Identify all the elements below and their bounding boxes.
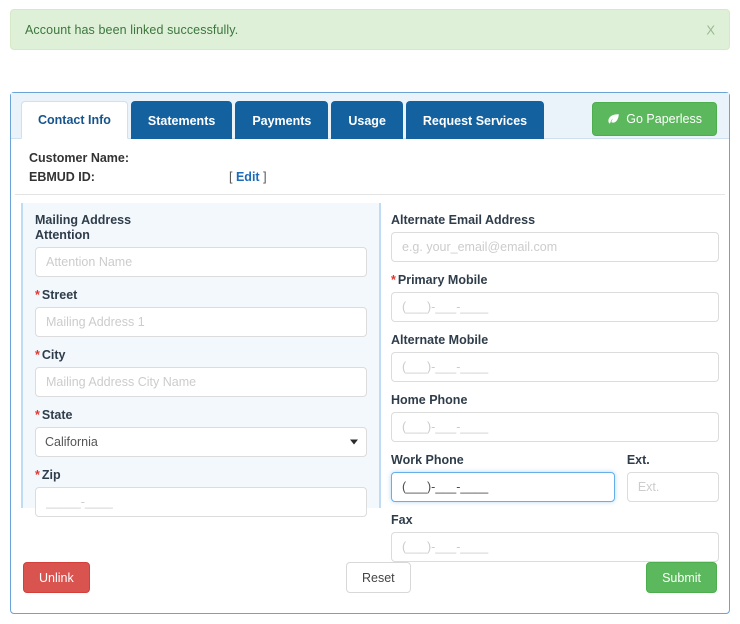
ext-label: Ext. [627, 453, 719, 467]
customer-header: Customer Name: EBMUD ID: [ Edit ] [15, 139, 725, 195]
field-work-phone: Work Phone [391, 453, 615, 502]
field-ext: Ext. [626, 453, 719, 502]
attention-label: Attention [35, 228, 367, 242]
field-primary-mobile: * Primary Mobile [391, 273, 719, 322]
required-marker: * [35, 408, 40, 422]
contact-info-page: Account has been linked successfully. X … [0, 0, 740, 624]
edit-link[interactable]: Edit [236, 170, 260, 184]
required-marker: * [35, 468, 40, 482]
go-paperless-button[interactable]: Go Paperless [592, 102, 717, 136]
state-label-text: State [41, 408, 73, 422]
field-street: * Street [35, 288, 367, 337]
account-panel: Contact Info Statements Payments Usage R… [10, 92, 730, 614]
success-alert: Account has been linked successfully. X [10, 9, 730, 50]
required-marker: * [35, 288, 40, 302]
alternate-mobile-label: Alternate Mobile [391, 333, 719, 347]
reset-button[interactable]: Reset [346, 562, 411, 593]
ext-input[interactable] [626, 472, 719, 502]
tab-label: Statements [147, 113, 216, 128]
alert-close-button[interactable]: X [706, 22, 715, 37]
field-alternate-email: Alternate Email Address [391, 213, 719, 262]
tab-label: Contact Info [38, 113, 111, 127]
alert-message: Account has been linked successfully. [25, 22, 239, 37]
fax-label-text: Fax [391, 513, 413, 527]
contact-details-section: Alternate Email Address *Primary Mobile … [391, 203, 731, 573]
work-phone-input[interactable] [391, 472, 615, 502]
field-state: * State California [35, 408, 367, 457]
field-city: * City [35, 348, 367, 397]
alternate-email-label-text: Alternate Email Address [391, 213, 536, 227]
tab-request-services[interactable]: Request Services [405, 101, 545, 139]
street-input[interactable] [35, 307, 367, 337]
tab-contact-info[interactable]: Contact Info [21, 101, 128, 139]
required-marker: * [391, 273, 396, 287]
street-label-text: Street [41, 288, 78, 302]
zip-label: * Zip [35, 468, 367, 482]
mailing-address-title: Mailing Address [35, 213, 132, 227]
field-alternate-mobile: Alternate Mobile [391, 333, 719, 382]
field-home-phone: Home Phone [391, 393, 719, 442]
tab-bar: Contact Info Statements Payments Usage R… [11, 93, 729, 139]
city-input[interactable] [35, 367, 367, 397]
edit-link-wrap: [ Edit ] [229, 170, 267, 184]
home-phone-input[interactable] [391, 412, 719, 442]
attention-label-text: Attention [35, 228, 90, 242]
state-label: * State [35, 408, 367, 422]
submit-button[interactable]: Submit [646, 562, 717, 593]
tab-statements[interactable]: Statements [130, 101, 233, 139]
alternate-mobile-input[interactable] [391, 352, 719, 382]
attention-input[interactable] [35, 247, 367, 277]
mailing-address-section: Mailing Address Attention *Street *City [21, 203, 381, 517]
primary-mobile-label-text: Primary Mobile [397, 273, 488, 287]
tab-label: Request Services [422, 113, 528, 128]
primary-mobile-label: * Primary Mobile [391, 273, 719, 287]
work-phone-label-text: Work Phone [391, 453, 464, 467]
zip-input[interactable] [35, 487, 367, 517]
ext-label-text: Ext. [626, 453, 650, 467]
work-phone-row: Work Phone Ext. [391, 453, 719, 502]
unlink-button[interactable]: Unlink [23, 562, 90, 593]
zip-label-text: Zip [41, 468, 61, 482]
home-phone-label-text: Home Phone [391, 393, 468, 407]
alternate-mobile-label-text: Alternate Mobile [391, 333, 489, 347]
alternate-email-input[interactable] [391, 232, 719, 262]
form-actions: Unlink Reset Submit [11, 551, 729, 613]
street-label: * Street [35, 288, 367, 302]
tab-payments[interactable]: Payments [235, 101, 329, 139]
work-phone-label: Work Phone [391, 453, 615, 467]
required-marker: * [35, 348, 40, 362]
field-attention: Attention [35, 228, 367, 277]
tab-label: Usage [348, 113, 386, 128]
tab-usage[interactable]: Usage [331, 101, 403, 139]
go-paperless-label: Go Paperless [626, 112, 702, 126]
fax-label: Fax [391, 513, 719, 527]
primary-mobile-input[interactable] [391, 292, 719, 322]
state-select-wrap: California [35, 427, 367, 457]
leaf-icon [607, 113, 620, 126]
customer-id-row: EBMUD ID: [ Edit ] [29, 170, 711, 184]
customer-name-row: Customer Name: [29, 151, 711, 165]
ebmud-id-label: EBMUD ID: [29, 170, 95, 184]
state-select[interactable]: California [35, 427, 367, 457]
field-zip: * Zip [35, 468, 367, 517]
customer-name-label: Customer Name: [29, 151, 130, 165]
alternate-email-label: Alternate Email Address [391, 213, 719, 227]
bracket-close: ] [263, 170, 267, 184]
city-label: * City [35, 348, 367, 362]
tab-label: Payments [252, 113, 312, 128]
city-label-text: City [41, 348, 66, 362]
home-phone-label: Home Phone [391, 393, 719, 407]
bracket-open: [ [229, 170, 233, 184]
